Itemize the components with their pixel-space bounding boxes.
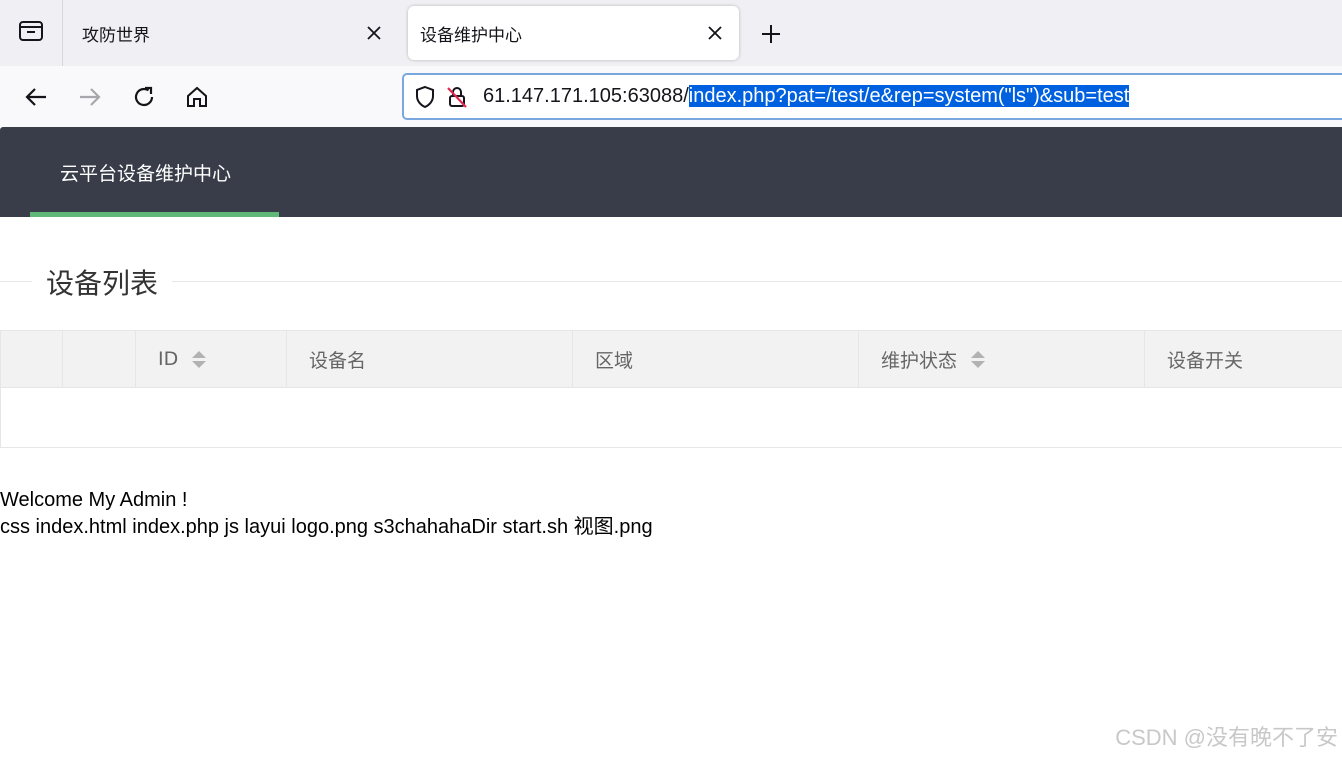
tab-overview-button[interactable] xyxy=(0,0,63,66)
column-header-maintenance-status[interactable]: 维护状态 xyxy=(859,331,1145,387)
column-header-label: ID xyxy=(158,348,179,370)
back-button[interactable] xyxy=(19,80,53,114)
column-header-label: 维护状态 xyxy=(881,349,958,372)
url-selected-path: index.php?pat=/test/e&rep=system("ls")&s… xyxy=(688,85,1130,107)
column-header-label: 设备名 xyxy=(309,349,367,372)
tab-overview-icon xyxy=(18,19,44,47)
url-text[interactable]: 61.147.171.105:63088/index.php?pat=/test… xyxy=(483,85,1130,108)
welcome-text: Welcome My Admin ! xyxy=(0,489,188,511)
active-nav-indicator xyxy=(30,212,279,217)
tab-strip: 攻防世界 设备维护中心 xyxy=(0,0,1342,66)
tab-close-button[interactable] xyxy=(703,21,727,45)
column-header-checkbox xyxy=(1,331,63,387)
new-tab-button[interactable] xyxy=(756,19,786,49)
tab-close-button[interactable] xyxy=(362,21,386,45)
column-header-id[interactable]: ID xyxy=(136,331,287,387)
sort-arrows-icon[interactable] xyxy=(192,350,207,368)
column-header-label: 设备开关 xyxy=(1167,349,1244,372)
command-output: Welcome My Admin ! css index.html index.… xyxy=(0,487,653,541)
device-table: ID 设备名 区域 维护状态 设备开关 xyxy=(0,330,1342,448)
forward-arrow-icon xyxy=(80,88,101,106)
tab-title: 攻防世界 xyxy=(82,25,150,46)
column-header-index xyxy=(63,331,136,387)
app-header: 云平台设备维护中心 xyxy=(0,127,1342,217)
reload-button[interactable] xyxy=(127,80,161,114)
home-button[interactable] xyxy=(180,80,214,114)
url-host: 61.147.171.105:63088/ xyxy=(483,85,689,107)
tab-gongfang[interactable]: 攻防世界 xyxy=(68,6,398,60)
address-bar[interactable]: 61.147.171.105:63088/index.php?pat=/test… xyxy=(402,73,1342,120)
tab-device-center[interactable]: 设备维护中心 xyxy=(408,6,739,60)
home-icon xyxy=(187,86,207,107)
close-icon xyxy=(367,26,381,40)
insecure-lock-icon[interactable] xyxy=(445,85,469,109)
watermark: CSDN @没有晚不了安 xyxy=(1115,725,1338,750)
forward-button[interactable] xyxy=(73,80,107,114)
shield-icon[interactable] xyxy=(413,85,437,109)
app-title-nav-item[interactable]: 云平台设备维护中心 xyxy=(60,159,231,186)
section-title: 设备列表 xyxy=(32,262,173,302)
column-header-device-name: 设备名 xyxy=(287,331,573,387)
column-header-region: 区域 xyxy=(573,331,859,387)
plus-icon xyxy=(762,25,780,43)
fieldset-divider xyxy=(0,281,1342,282)
reload-icon xyxy=(134,86,154,107)
nav-bar: 61.147.171.105:63088/index.php?pat=/test… xyxy=(0,66,1342,127)
column-header-device-switch: 设备开关 xyxy=(1145,331,1342,387)
close-icon xyxy=(708,26,722,40)
tab-title: 设备维护中心 xyxy=(420,25,522,46)
ls-output-text: css index.html index.php js layui logo.p… xyxy=(0,516,653,538)
column-header-label: 区域 xyxy=(595,349,634,372)
back-arrow-icon xyxy=(25,88,46,106)
table-header: ID 设备名 区域 维护状态 设备开关 xyxy=(1,331,1342,388)
sort-arrows-icon[interactable] xyxy=(971,350,986,368)
